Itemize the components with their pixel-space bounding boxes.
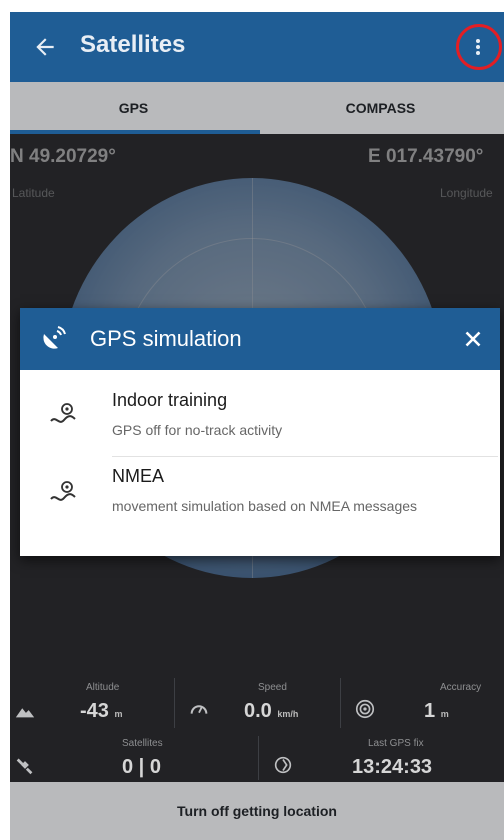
stat-divider [174, 678, 175, 728]
tab-bar: GPS COMPASS [10, 82, 504, 134]
gps-fix-icon [274, 756, 292, 774]
list-divider [112, 456, 498, 457]
dialog-header: GPS simulation [20, 308, 500, 370]
highlight-circle [456, 24, 502, 70]
close-icon[interactable] [460, 326, 486, 352]
satellites-value: 0 | 0 [122, 756, 161, 778]
altitude-label: Altitude [86, 682, 120, 693]
last-fix-label: Last GPS fix [368, 738, 424, 749]
turn-off-location-button[interactable]: Turn off getting location [10, 782, 504, 840]
back-arrow-icon[interactable] [32, 34, 58, 60]
gps-simulation-dialog: GPS simulation Indoor training GPS off f… [20, 308, 500, 556]
dialog-title: GPS simulation [90, 326, 242, 351]
track-simulation-icon [50, 481, 76, 501]
accuracy-label: Accuracy [440, 682, 482, 693]
satellites-screen: Satellites GPS COMPASS N 49.20729° Latit… [10, 12, 504, 840]
option-subtitle: GPS off for no-track activity [112, 422, 283, 438]
track-simulation-icon [50, 403, 76, 423]
target-icon [355, 699, 375, 719]
stat-divider [258, 736, 259, 780]
last-fix-value: 13:24:33 [352, 756, 433, 778]
altitude-value: -43 m [80, 700, 123, 722]
mountain-icon [15, 708, 35, 718]
satellite-dish-icon [43, 326, 66, 349]
option-title: Indoor training [112, 390, 228, 410]
speed-label: Speed [258, 682, 287, 693]
stat-divider [340, 678, 341, 728]
page-title: Satellites [80, 31, 186, 58]
speedometer-icon [190, 705, 208, 714]
option-title: NMEA [112, 466, 165, 486]
accuracy-value: 1 m [424, 700, 449, 722]
app-bar: Satellites [10, 12, 504, 82]
tab-compass[interactable]: COMPASS [257, 82, 504, 134]
speed-value: 0.0 km/h [244, 700, 299, 722]
option-subtitle: movement simulation based on NMEA messag… [112, 498, 418, 514]
tab-gps[interactable]: GPS [10, 82, 257, 134]
satellite-icon [16, 758, 33, 775]
satellites-label: Satellites [122, 738, 163, 749]
